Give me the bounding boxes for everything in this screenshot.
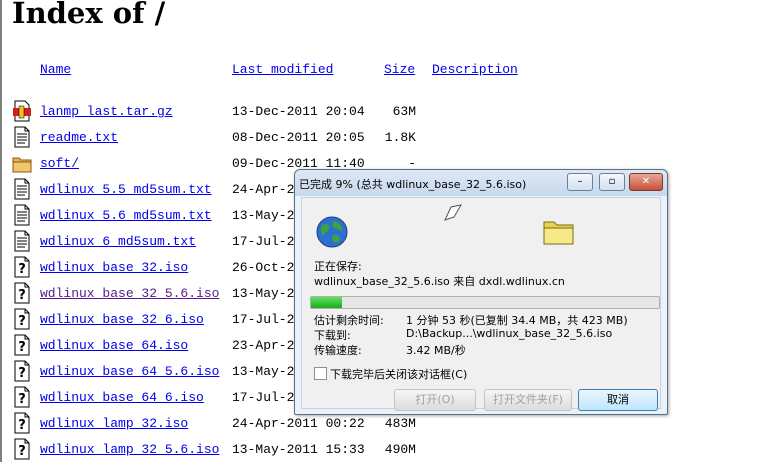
text-file-icon — [12, 204, 32, 226]
file-link[interactable]: wdlinux_base_32.iso — [40, 260, 188, 275]
unknown-file-icon: ? — [12, 438, 32, 460]
file-date: 13-May-2 — [232, 208, 295, 223]
svg-text:?: ? — [18, 418, 26, 433]
cancel-button[interactable]: 取消 — [578, 389, 658, 411]
unknown-file-icon: ? — [12, 282, 32, 304]
download-to-value: D:\Backup...\wdlinux_base_32_5.6.iso — [406, 327, 613, 340]
dialog-title: 已完成 9% (总共 wdlinux_base_32_5.6.iso) — [299, 178, 527, 191]
close-on-complete-checkbox[interactable] — [314, 367, 327, 380]
open-button[interactable]: 打开(O) — [394, 389, 476, 411]
file-link[interactable]: lanmp_last.tar.gz — [40, 104, 173, 119]
column-header-name[interactable]: Name — [40, 62, 71, 77]
transfer-speed-value: 3.42 MB/秒 — [406, 344, 466, 357]
file-date: 17-Jul-2 — [232, 390, 295, 405]
file-date: 13-May-2011 15:33 — [232, 442, 365, 457]
file-link[interactable]: wdlinux_lamp_32_5.6.iso — [40, 442, 219, 457]
remaining-time-label: 估计剩余时间: — [314, 314, 384, 327]
svg-text:?: ? — [18, 262, 26, 277]
file-date: 08-Dec-2011 20:05 — [232, 130, 365, 145]
file-link[interactable]: wdlinux_5.5_md5sum.txt — [40, 182, 212, 197]
transfer-speed-label: 传输速度: — [314, 344, 362, 357]
unknown-file-icon: ? — [12, 412, 32, 434]
file-date: 24-Apr-2 — [232, 182, 295, 197]
open-folder-button[interactable]: 打开文件夹(F) — [484, 389, 572, 411]
unknown-file-icon: ? — [12, 360, 32, 382]
dialog-titlebar[interactable]: 已完成 9% (总共 wdlinux_base_32_5.6.iso) – ▫ … — [295, 170, 667, 196]
text-file-icon — [12, 230, 32, 252]
archive-icon — [12, 100, 32, 122]
source-line: wdlinux_base_32_5.6.iso 来自 dxdl.wdlinux.… — [314, 275, 565, 288]
column-header-size[interactable]: Size — [384, 62, 415, 77]
close-button[interactable]: ✕ — [629, 173, 663, 191]
unknown-file-icon: ? — [12, 256, 32, 278]
download-to-label: 下载到: — [314, 329, 351, 342]
file-link[interactable]: wdlinux_lamp_32.iso — [40, 416, 188, 431]
unknown-file-icon: ? — [12, 386, 32, 408]
file-date: 13-May-2 — [232, 286, 295, 301]
column-header-description[interactable]: Description — [432, 62, 518, 77]
file-date: 26-Oct-2 — [232, 260, 295, 275]
file-date: 13-May-2 — [232, 364, 295, 379]
svg-text:?: ? — [18, 392, 26, 407]
file-row: lanmp_last.tar.gz 13-Dec-2011 20:04 63M — [0, 100, 768, 130]
folder-icon — [12, 152, 32, 174]
file-date: 17-Jul-2 — [232, 312, 295, 327]
column-header-last-modified[interactable]: Last modified — [232, 62, 333, 77]
unknown-file-icon: ? — [12, 334, 32, 356]
folder-icon — [543, 221, 574, 245]
file-link[interactable]: wdlinux_base_32_6.iso — [40, 312, 204, 327]
file-row: readme.txt 08-Dec-2011 20:05 1.8K — [0, 126, 768, 156]
file-date: 23-Apr-2 — [232, 338, 295, 353]
svg-text:?: ? — [18, 314, 26, 329]
file-date: 13-Dec-2011 20:04 — [232, 104, 365, 119]
globe-icon — [316, 216, 348, 248]
file-link[interactable]: wdlinux_5.6_md5sum.txt — [40, 208, 212, 223]
file-size: 483M — [384, 416, 416, 431]
dialog-body: 正在保存: wdlinux_base_32_5.6.iso 来自 dxdl.wd… — [301, 197, 661, 411]
svg-text:?: ? — [18, 288, 26, 303]
file-link[interactable]: wdlinux_base_64_6.iso — [40, 390, 204, 405]
download-progress-dialog: 已完成 9% (总共 wdlinux_base_32_5.6.iso) – ▫ … — [294, 169, 668, 415]
flying-page-icon — [444, 204, 462, 221]
file-link[interactable]: wdlinux_base_32_5.6.iso — [40, 286, 219, 301]
file-size: 63M — [392, 104, 416, 119]
progress-fill — [311, 297, 343, 308]
unknown-file-icon: ? — [12, 308, 32, 330]
file-size: 1.8K — [384, 130, 416, 145]
file-size: 490M — [384, 442, 416, 457]
text-file-icon — [12, 178, 32, 200]
svg-text:?: ? — [18, 340, 26, 355]
text-file-icon — [12, 126, 32, 148]
download-progress-bar — [310, 296, 660, 309]
maximize-button[interactable]: ▫ — [599, 173, 625, 191]
file-link[interactable]: readme.txt — [40, 130, 118, 145]
file-row: ? wdlinux_lamp_32_5.6.iso 13-May-2011 15:3… — [0, 438, 768, 468]
file-date: 24-Apr-2011 00:22 — [232, 416, 365, 431]
file-link[interactable]: wdlinux_base_64_5.6.iso — [40, 364, 219, 379]
file-link[interactable]: wdlinux_base_64.iso — [40, 338, 188, 353]
remaining-time-value: 1 分钟 53 秒(已复制 34.4 MB，共 423 MB) — [406, 314, 628, 327]
saving-label: 正在保存: — [314, 260, 362, 273]
svg-text:?: ? — [18, 444, 26, 459]
file-row: ? wdlinux_lamp_32.iso 24-Apr-2011 00:22 483… — [0, 412, 768, 442]
close-on-complete-label[interactable]: 下载完毕后关闭该对话框(C) — [330, 366, 467, 382]
file-date: 17-Jul-2 — [232, 234, 295, 249]
file-link[interactable]: wdlinux_6_md5sum.txt — [40, 234, 196, 249]
page-title: Index of / — [12, 0, 166, 30]
file-link[interactable]: soft/ — [40, 156, 79, 171]
minimize-button[interactable]: – — [567, 173, 593, 191]
svg-text:?: ? — [18, 366, 26, 381]
